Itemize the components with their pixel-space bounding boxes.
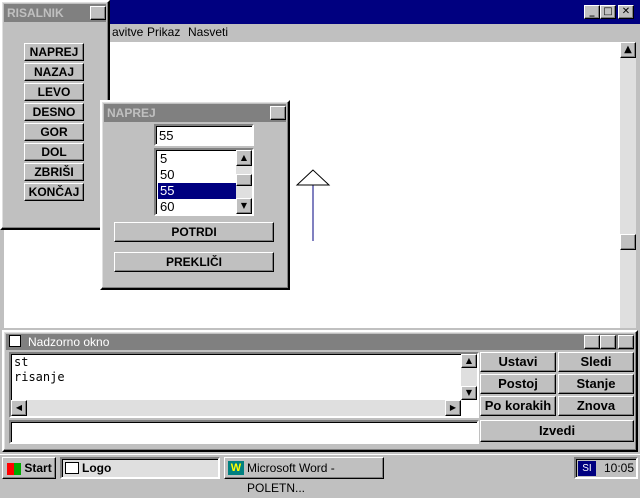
main-minimize-button[interactable]: _ (584, 5, 600, 19)
output-vertical-scrollbar[interactable]: ▲ ▼ (461, 354, 477, 400)
znova-button[interactable]: Znova (558, 396, 634, 416)
stanje-button[interactable]: Stanje (558, 374, 634, 394)
command-input[interactable] (9, 420, 479, 444)
scroll-thumb[interactable] (620, 234, 636, 250)
clock[interactable]: 10:05 (604, 461, 634, 475)
naprej-dialog: NAPREJ ✕ 55 5 50 55 60 ▲ ▼ POTRDI PREKLI… (100, 100, 290, 290)
listbox-scrollbar[interactable]: ▲ ▼ (236, 150, 252, 214)
output-scroll-up-arrow-icon[interactable]: ▲ (461, 354, 477, 368)
watch-window-title: Nadzorno okno (28, 335, 110, 349)
task-button-logo[interactable]: Logo (60, 457, 220, 479)
gor-button[interactable]: GOR (24, 123, 84, 141)
sledi-button[interactable]: Sledi (558, 352, 634, 372)
output-scroll-right-arrow-icon[interactable]: ▶ (445, 400, 461, 416)
menu-item-prikaz[interactable]: Prikaz (147, 25, 180, 39)
watch-window-app-icon (9, 335, 21, 347)
list-item[interactable]: 5 (158, 151, 236, 167)
naprej-dialog-titlebar[interactable]: NAPREJ ✕ (104, 104, 286, 122)
ustavi-button[interactable]: Ustavi (480, 352, 556, 372)
output-scroll-left-arrow-icon[interactable]: ◀ (11, 400, 27, 416)
zbrisi-button[interactable]: ZBRIŠI (24, 163, 84, 181)
main-close-button[interactable]: ✕ (618, 5, 634, 19)
nazaj-button[interactable]: NAZAJ (24, 63, 84, 81)
distance-input-value: 55 (159, 128, 174, 143)
preklici-button[interactable]: PREKLIČI (114, 252, 274, 272)
task-label: Logo (82, 461, 112, 475)
turtle-icon (295, 169, 331, 186)
naprej-button[interactable]: NAPREJ (24, 43, 84, 61)
word-icon: W (228, 461, 244, 475)
distance-input[interactable]: 55 (154, 124, 254, 146)
scroll-track[interactable] (620, 58, 636, 328)
risalnik-panel: RISALNIK ✕ NAPREJ NAZAJ LEVO DESNO GOR D… (0, 0, 110, 230)
task-label: Microsoft Word - POLETN... (247, 461, 335, 495)
koncaj-button[interactable]: KONČAJ (24, 183, 84, 201)
main-maximize-button[interactable]: □ (600, 5, 616, 19)
naprej-dialog-close-button[interactable]: ✕ (270, 106, 286, 120)
menu-item-nastavitve[interactable]: avitve (112, 25, 143, 39)
start-button[interactable]: Start (2, 457, 56, 479)
levo-button[interactable]: LEVO (24, 83, 84, 101)
task-button-word[interactable]: W Microsoft Word - POLETN... (224, 457, 384, 495)
risalnik-title: RISALNIK (7, 6, 64, 20)
output-scroll-down-arrow-icon[interactable]: ▼ (461, 386, 477, 400)
windows-logo-icon (7, 462, 21, 475)
output-line: st (14, 355, 29, 369)
watch-minimize-button[interactable]: _ (584, 335, 600, 349)
output-horizontal-scrollbar[interactable]: ◀ ▶ (11, 400, 461, 416)
list-scroll-down-arrow-icon[interactable]: ▼ (236, 198, 252, 214)
list-item-selected[interactable]: 55 (158, 183, 236, 199)
start-label: Start (24, 461, 52, 475)
system-tray: SI 10:05 (574, 457, 638, 479)
list-scroll-up-arrow-icon[interactable]: ▲ (236, 150, 252, 166)
list-item[interactable]: 50 (158, 167, 236, 183)
list-item[interactable]: 60 (158, 199, 236, 215)
naprej-dialog-title: NAPREJ (107, 106, 156, 120)
main-vertical-scrollbar[interactable]: ▲ (620, 42, 636, 328)
watch-window: Nadzorno okno _ □ ✕ st risanje ▲ ▼ ◀ ▶ U… (2, 330, 638, 452)
distance-listbox[interactable]: 5 50 55 60 ▲ ▼ (154, 148, 254, 216)
list-scroll-thumb[interactable] (236, 174, 252, 186)
watch-window-titlebar[interactable]: Nadzorno okno _ □ ✕ (6, 334, 634, 350)
potrdi-button[interactable]: POTRDI (114, 222, 274, 242)
watch-maximize-button[interactable]: □ (600, 335, 616, 349)
po-korakih-button[interactable]: Po korakih (480, 396, 556, 416)
language-indicator[interactable]: SI (578, 461, 596, 476)
dol-button[interactable]: DOL (24, 143, 84, 161)
output-line: risanje (14, 370, 65, 384)
watch-close-button[interactable]: ✕ (618, 335, 634, 349)
menu-item-nasveti[interactable]: Nasveti (188, 25, 228, 39)
desno-button[interactable]: DESNO (24, 103, 84, 121)
risalnik-titlebar[interactable]: RISALNIK ✕ (4, 4, 106, 22)
risalnik-close-button[interactable]: ✕ (90, 6, 106, 20)
scroll-up-arrow-icon[interactable]: ▲ (620, 42, 636, 58)
postoj-button[interactable]: Postoj (480, 374, 556, 394)
taskbar: Start Logo W Microsoft Word - POLETN... … (0, 454, 640, 495)
logo-app-icon (65, 462, 79, 474)
watch-output-area[interactable]: st risanje ▲ ▼ ◀ ▶ (9, 352, 479, 418)
izvedi-button[interactable]: Izvedi (480, 420, 634, 442)
